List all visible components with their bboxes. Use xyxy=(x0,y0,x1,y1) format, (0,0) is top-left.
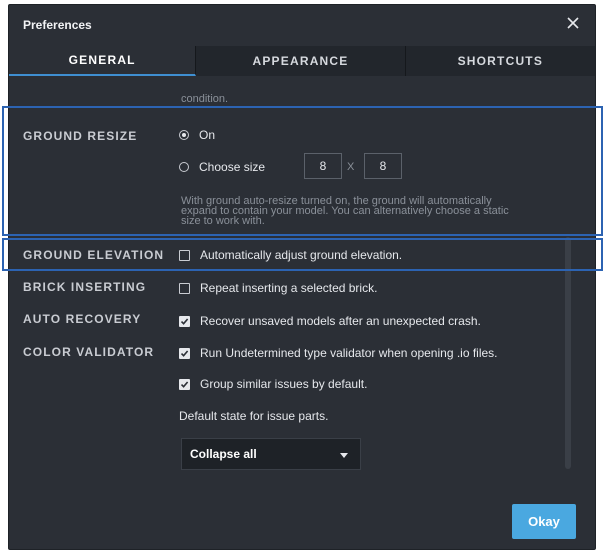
checkbox-checked-icon xyxy=(179,347,190,359)
ground-resize-choose-radio[interactable]: Choose size xyxy=(179,160,265,174)
default-state-label: Default state for issue parts. xyxy=(179,409,329,423)
validator-run-text: Run Undetermined type validator when ope… xyxy=(200,346,498,360)
checkbox-checked-icon xyxy=(179,378,190,390)
issue-state-dropdown[interactable]: Collapse all xyxy=(181,438,361,470)
checkbox-checked-icon xyxy=(179,315,190,327)
tab-shortcuts[interactable]: SHORTCUTS xyxy=(406,46,595,76)
faded-text: condition. xyxy=(181,93,229,105)
okay-button[interactable]: Okay xyxy=(512,504,576,539)
auto-recovery-text: Recover unsaved models after an unexpect… xyxy=(200,314,481,328)
ground-resize-label: GROUND RESIZE xyxy=(23,129,138,143)
tab-bar: GENERAL APPEARANCE SHORTCUTS xyxy=(9,46,595,76)
tab-appearance[interactable]: APPEARANCE xyxy=(196,46,406,76)
ground-elevation-label: GROUND ELEVATION xyxy=(23,248,165,262)
checkbox-unchecked-icon xyxy=(179,282,190,294)
brick-inserting-text: Repeat inserting a selected brick. xyxy=(200,281,378,295)
tab-general[interactable]: GENERAL xyxy=(9,46,197,76)
description-line: size to work with. xyxy=(181,215,265,227)
color-validator-label: COLOR VALIDATOR xyxy=(23,345,155,359)
ground-resize-on-radio[interactable]: On xyxy=(179,128,215,142)
title-bar: Preferences xyxy=(9,5,595,43)
ground-elevation-checkbox[interactable]: Automatically adjust ground elevation. xyxy=(179,248,402,262)
ground-elevation-text: Automatically adjust ground elevation. xyxy=(200,248,403,262)
chevron-down-icon xyxy=(340,453,348,458)
close-button[interactable] xyxy=(561,11,585,35)
validator-run-checkbox[interactable]: Run Undetermined type validator when ope… xyxy=(179,346,498,360)
radio-choose-label: Choose size xyxy=(199,160,266,174)
brick-inserting-label: BRICK INSERTING xyxy=(23,280,147,294)
ground-height-input[interactable]: 8 xyxy=(364,153,402,179)
scrollbar[interactable] xyxy=(565,237,571,469)
radio-unselected-icon xyxy=(179,162,189,172)
ground-width-input[interactable]: 8 xyxy=(304,153,342,179)
preferences-dialog: Preferences GENERAL APPEARANCE SHORTCUTS… xyxy=(8,4,596,550)
dialog-title: Preferences xyxy=(23,18,92,32)
brick-inserting-checkbox[interactable]: Repeat inserting a selected brick. xyxy=(179,281,377,295)
radio-selected-icon xyxy=(179,130,189,140)
ground-resize-description: With ground auto-resize turned on, the g… xyxy=(181,196,571,227)
group-issues-text: Group similar issues by default. xyxy=(200,377,368,391)
radio-on-label: On xyxy=(199,128,216,142)
checkbox-unchecked-icon xyxy=(179,249,190,261)
auto-recovery-label: AUTO RECOVERY xyxy=(23,312,142,326)
close-icon xyxy=(567,17,579,29)
auto-recovery-checkbox[interactable]: Recover unsaved models after an unexpect… xyxy=(179,314,481,328)
dropdown-value: Collapse all xyxy=(190,447,257,461)
group-issues-checkbox[interactable]: Group similar issues by default. xyxy=(179,377,367,391)
size-separator: X xyxy=(347,161,355,173)
